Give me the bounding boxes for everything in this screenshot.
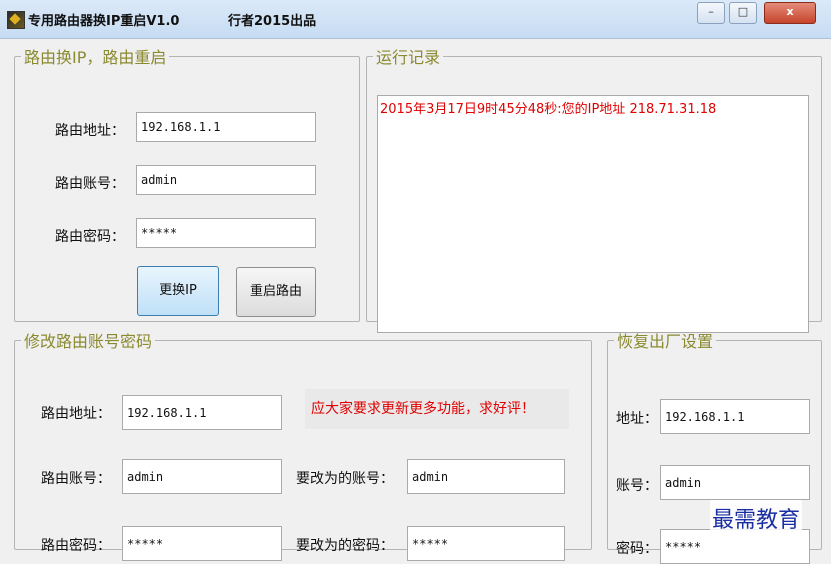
run-log-legend: 运行记录: [376, 48, 441, 67]
router-account-label: 路由账号：: [55, 176, 125, 192]
reset-account-label: 账号：: [616, 478, 658, 494]
router-account-input[interactable]: [136, 165, 316, 195]
reset-address-label: 地址：: [616, 411, 658, 427]
change-account-legend: 修改路由账号密码: [24, 332, 153, 351]
reset-password-label: 密码：: [616, 541, 658, 557]
router-restart-group: 路由换IP，路由重启 路由地址： 路由账号： 路由密码： 更换IP 重启路由: [14, 44, 360, 322]
title-bar: 专用路由器换IP重启V1.0 行者2015出品 – □ x: [0, 0, 831, 39]
new-password-input[interactable]: [407, 526, 565, 561]
change-account-input[interactable]: [122, 459, 282, 494]
restart-router-button[interactable]: 重启路由: [236, 267, 316, 317]
run-log-group: 运行记录 2015年3月17日9时45分48秒:您的IP地址 218.71.31…: [366, 44, 822, 333]
reset-address-input[interactable]: [660, 399, 810, 434]
update-notice: 应大家要求更新更多功能，求好评！: [305, 389, 569, 429]
router-restart-legend: 路由换IP，路由重启: [24, 48, 167, 67]
router-address-label: 路由地址：: [55, 123, 125, 139]
log-line: 2015年3月17日9时45分48秒:您的IP地址 218.71.31.18: [380, 102, 717, 117]
change-account-label: 路由账号：: [41, 471, 111, 487]
reset-account-input[interactable]: [660, 465, 810, 500]
change-account-group: 修改路由账号密码 路由地址： 应大家要求更新更多功能，求好评！ 路由账号： 要改…: [14, 328, 592, 561]
new-password-label: 要改为的密码：: [296, 538, 394, 554]
minimize-button[interactable]: –: [697, 2, 725, 24]
window-title: 专用路由器换IP重启V1.0: [28, 14, 180, 29]
new-account-label: 要改为的账号：: [296, 471, 394, 487]
watermark-logo: 最需教育: [710, 500, 803, 536]
router-address-input[interactable]: [136, 112, 316, 142]
new-account-input[interactable]: [407, 459, 565, 494]
maximize-button[interactable]: □: [729, 2, 757, 24]
run-log-textarea[interactable]: 2015年3月17日9时45分48秒:您的IP地址 218.71.31.18: [377, 95, 809, 333]
router-password-input[interactable]: [136, 218, 316, 248]
change-address-label: 路由地址：: [41, 406, 111, 422]
close-button[interactable]: x: [764, 2, 816, 24]
window-author: 行者2015出品: [228, 14, 317, 29]
change-address-input[interactable]: [122, 395, 282, 430]
change-password-input[interactable]: [122, 526, 282, 561]
change-ip-button[interactable]: 更换IP: [137, 266, 219, 316]
change-password-label: 路由密码：: [41, 538, 111, 554]
router-password-label: 路由密码：: [55, 229, 125, 245]
factory-reset-legend: 恢复出厂设置: [617, 332, 714, 351]
app-icon: [7, 11, 25, 29]
